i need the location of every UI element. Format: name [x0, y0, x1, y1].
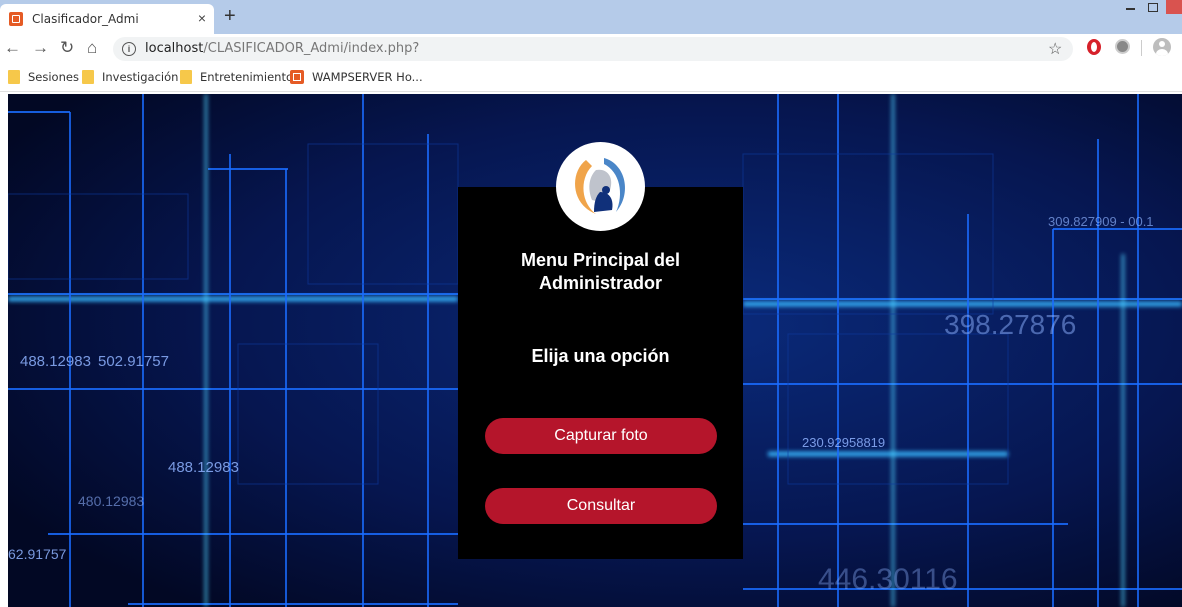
tab-close-icon[interactable]: ×	[198, 10, 206, 26]
address-bar[interactable]: i localhost/CLASIFICADOR_Admi/index.php?…	[113, 37, 1073, 61]
bookmark-label: WAMPSERVER Ho...	[312, 70, 423, 84]
new-tab-button[interactable]: +	[224, 6, 236, 26]
toolbar-separator	[1141, 40, 1142, 56]
admin-logo-icon	[556, 142, 645, 231]
url-path: /CLASIFICADOR_Admi/index.php?	[203, 41, 420, 56]
bg-number: 398.27876	[944, 309, 1076, 340]
bg-number: 488.12983	[168, 459, 239, 476]
bg-number: 480.12983	[78, 493, 144, 509]
maximize-icon[interactable]	[1148, 3, 1158, 12]
bookmarks-bar: Sesiones Investigación Entretenimiento W…	[0, 64, 1182, 92]
bookmark-entretenimiento[interactable]: Entretenimiento	[180, 70, 293, 84]
wampserver-icon	[290, 70, 304, 84]
url-text[interactable]: localhost/CLASIFICADOR_Admi/index.php?	[145, 41, 419, 56]
bg-number: 230.92958819	[802, 435, 885, 450]
site-info-icon[interactable]: i	[122, 42, 136, 56]
window-close-icon[interactable]	[1166, 0, 1182, 14]
browser-toolbar: ← → ↻ ⌂ i localhost/CLASIFICADOR_Admi/in…	[0, 34, 1182, 64]
bookmark-label: Entretenimiento	[200, 70, 293, 84]
tab-strip: Clasificador_Admi × +	[0, 0, 1182, 34]
bg-number: 62.91757	[8, 546, 67, 562]
menu-title: Menu Principal del Administrador	[458, 249, 743, 295]
wampserver-favicon-icon	[9, 12, 23, 26]
back-arrow-icon[interactable]: ←	[4, 38, 21, 58]
bookmark-sesiones[interactable]: Sesiones	[8, 70, 79, 84]
bookmark-investigacion[interactable]: Investigación	[82, 70, 178, 84]
url-host: localhost	[145, 41, 204, 56]
reload-icon[interactable]: ↻	[60, 38, 74, 58]
folder-icon	[180, 70, 192, 84]
menu-title-line2: Administrador	[538, 273, 662, 293]
folder-icon	[8, 70, 20, 84]
page-viewport: 488.12983 502.91757 398.27876 230.929588…	[8, 94, 1182, 607]
browser-tab[interactable]: Clasificador_Admi ×	[0, 4, 214, 34]
capture-photo-button[interactable]: Capturar foto	[485, 418, 717, 454]
profile-avatar-icon[interactable]	[1153, 38, 1171, 56]
forward-arrow-icon[interactable]: →	[32, 38, 49, 58]
bg-number: 488.12983	[20, 353, 91, 370]
folder-icon	[82, 70, 94, 84]
bg-number: 502.91757	[98, 353, 169, 370]
consult-button[interactable]: Consultar	[485, 488, 717, 524]
bg-number: 446.30116	[818, 563, 958, 596]
menu-title-line1: Menu Principal del	[520, 250, 681, 270]
tab-title: Clasificador_Admi	[32, 12, 139, 26]
menu-subtitle: Elija una opción	[531, 346, 670, 366]
bookmark-label: Sesiones	[28, 70, 79, 84]
extension-icon[interactable]	[1115, 39, 1130, 54]
bookmark-star-icon[interactable]: ☆	[1048, 39, 1062, 59]
bookmark-label: Investigación	[102, 70, 179, 84]
minimize-icon[interactable]	[1126, 2, 1136, 12]
admin-menu-card: Menu Principal del Administrador Elija u…	[458, 187, 743, 559]
home-icon[interactable]: ⌂	[87, 38, 97, 58]
bookmark-wampserver[interactable]: WAMPSERVER Ho...	[290, 70, 423, 84]
opera-extension-icon[interactable]	[1087, 39, 1101, 55]
bg-number: 309.827909 - 00.1	[1048, 214, 1154, 229]
